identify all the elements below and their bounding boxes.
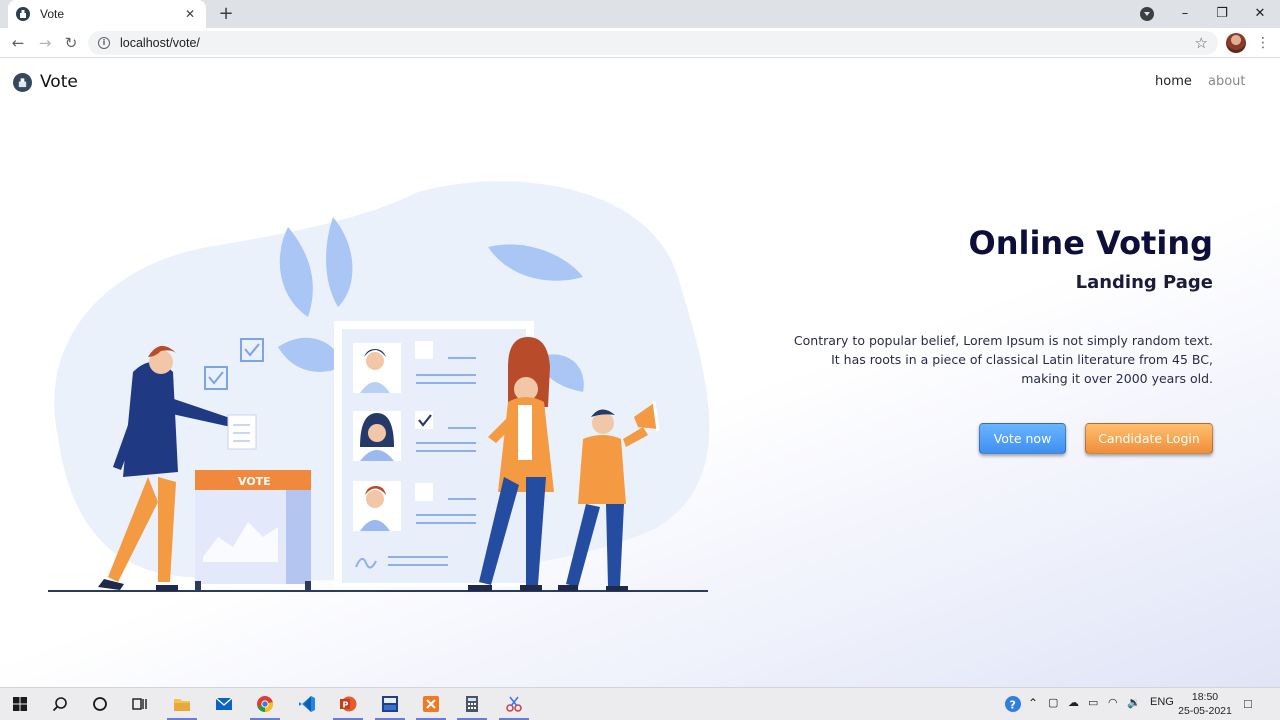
brand-name: Vote (40, 72, 78, 92)
usb-icon[interactable]: ▢ (1048, 696, 1058, 709)
hero-subtitle: Landing Page (1075, 272, 1213, 293)
nav-home-link[interactable]: home (1155, 74, 1192, 89)
help-icon[interactable]: ? (1002, 693, 1024, 715)
ballot-logo-icon (13, 72, 32, 92)
xampp-icon[interactable] (416, 693, 446, 720)
minimize-icon[interactable]: – (1175, 4, 1195, 24)
brand[interactable]: Vote (13, 72, 78, 92)
back-icon[interactable]: ← (8, 33, 28, 53)
calculator-icon[interactable] (457, 693, 487, 720)
powerpoint-icon[interactable]: P (333, 693, 363, 720)
search-icon[interactable] (49, 693, 71, 715)
maximize-icon[interactable]: ❐ (1212, 4, 1232, 24)
windows-start-icon[interactable] (9, 693, 31, 715)
browser-toolbar: ← → ↻ i localhost/vote/ ☆ ⋮ (0, 28, 1280, 58)
wifi-icon[interactable]: ◠ (1108, 696, 1118, 709)
tab-close-icon[interactable]: ✕ (182, 7, 198, 21)
tab-title: Vote (40, 7, 65, 21)
devcpp-icon[interactable] (375, 693, 405, 720)
nav-about-link[interactable]: about (1208, 74, 1246, 89)
tray-expand-icon[interactable]: ⌃ (1028, 696, 1038, 710)
profile-avatar[interactable] (1226, 33, 1246, 53)
page-content: Vote home about VOTE Online Voting Landi… (0, 59, 1280, 687)
mail-icon[interactable] (213, 693, 235, 715)
browser-tabstrip: Vote ✕ + – ❐ ✕ (0, 0, 1280, 28)
vote-now-button[interactable]: Vote now (979, 423, 1066, 454)
candidate-login-button[interactable]: Candidate Login (1085, 423, 1213, 454)
clock-time: 18:50 (1191, 691, 1219, 703)
ballot-box-label: VOTE (238, 475, 271, 488)
volume-icon[interactable]: 🔉 (1127, 696, 1141, 709)
new-tab-button[interactable]: + (216, 4, 236, 24)
menu-kebab-icon[interactable]: ⋮ (1256, 33, 1270, 53)
snipping-tool-icon[interactable] (499, 693, 529, 720)
onedrive-icon[interactable]: ☁ (1068, 696, 1079, 709)
svg-text:P: P (343, 701, 349, 710)
url-text[interactable]: localhost/vote/ (120, 36, 1195, 50)
windows-taskbar: P ? ⌃ ▢ ☁ ▭ ◠ 🔉 ENG 18:50 25-05-2021 □ (0, 687, 1280, 720)
language-indicator[interactable]: ENG (1150, 696, 1174, 708)
hero-title: Online Voting (968, 224, 1214, 262)
voting-illustration: VOTE (38, 177, 736, 597)
close-window-icon[interactable]: ✕ (1250, 4, 1270, 24)
cortana-icon[interactable] (89, 693, 111, 715)
clock-date: 25-05-2021 (1178, 705, 1232, 717)
notifications-icon[interactable]: □ (1244, 696, 1252, 711)
info-icon[interactable]: i (98, 37, 110, 49)
favicon-ballot-icon (16, 7, 30, 21)
system-clock[interactable]: 18:50 25-05-2021 (1176, 690, 1234, 718)
tab-search-icon[interactable] (1140, 7, 1154, 21)
task-view-icon[interactable] (129, 693, 151, 715)
svg-text:?: ? (1010, 699, 1016, 712)
hero-description: Contrary to popular belief, Lorem Ipsum … (793, 333, 1213, 386)
bookmark-star-icon[interactable]: ☆ (1195, 34, 1208, 52)
forward-icon[interactable]: → (35, 33, 55, 53)
vscode-icon[interactable] (296, 693, 318, 715)
reload-icon[interactable]: ↻ (61, 33, 81, 53)
address-bar[interactable]: i localhost/vote/ ☆ (88, 31, 1218, 55)
browser-tab[interactable]: Vote ✕ (8, 0, 206, 28)
battery-icon[interactable]: ▭ (1088, 696, 1098, 709)
chrome-icon[interactable] (250, 693, 280, 720)
voting-illustration-svg: VOTE (48, 181, 710, 592)
file-explorer-icon[interactable] (167, 693, 197, 720)
